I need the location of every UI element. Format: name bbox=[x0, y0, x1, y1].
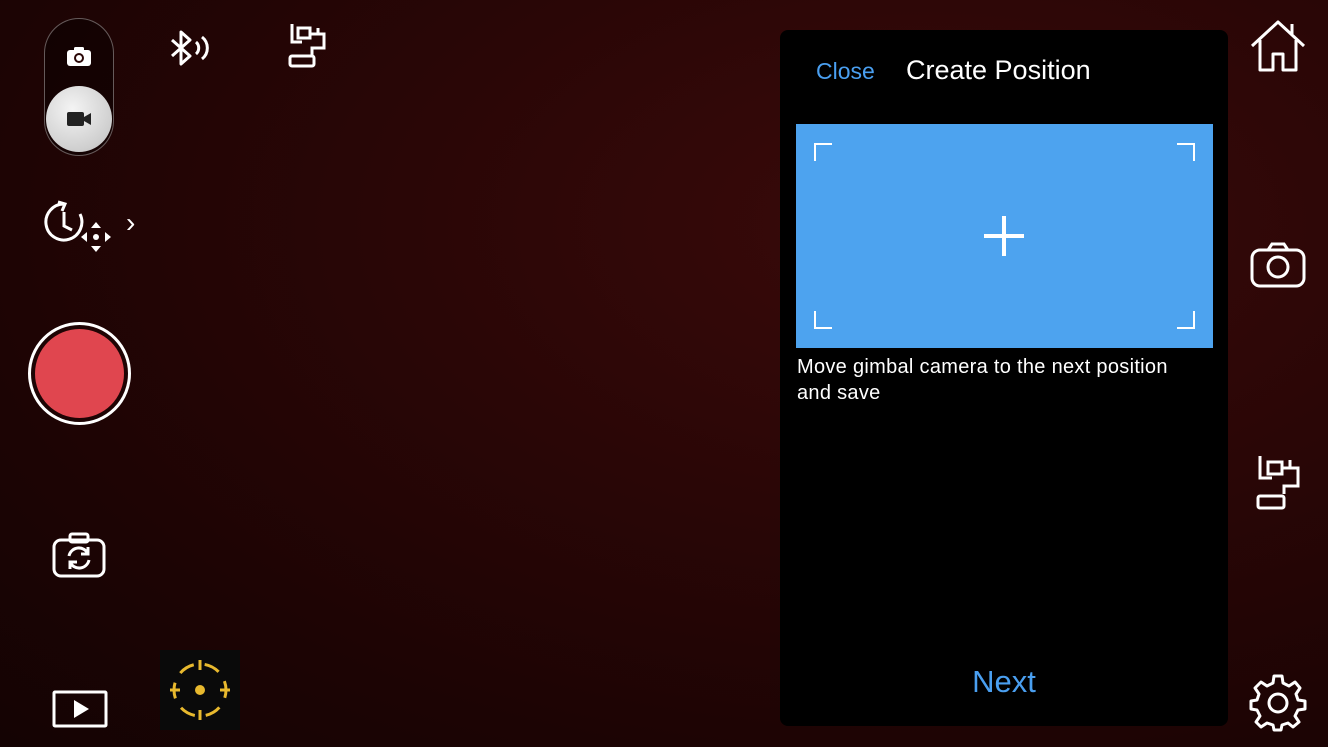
close-button[interactable]: Close bbox=[816, 56, 875, 86]
camera-small-icon bbox=[67, 47, 91, 66]
bluetooth-status[interactable] bbox=[166, 28, 214, 68]
frame-corner-bottom-right bbox=[1177, 311, 1195, 329]
video-mode-button[interactable] bbox=[46, 86, 112, 152]
gimbal-icon bbox=[288, 24, 326, 68]
frame-corner-bottom-left bbox=[814, 311, 832, 329]
panel-title: Create Position bbox=[906, 55, 1091, 85]
frame-corner-top-right bbox=[1177, 143, 1195, 161]
record-button[interactable] bbox=[28, 322, 131, 425]
playback-icon bbox=[52, 690, 108, 728]
frame-corner-top-left bbox=[814, 143, 832, 161]
timelapse-motion-icon bbox=[44, 200, 111, 252]
gimbal-status[interactable] bbox=[284, 20, 332, 70]
photo-mode-button[interactable] bbox=[63, 42, 95, 70]
switch-camera-icon bbox=[52, 532, 106, 578]
camera-button[interactable] bbox=[1248, 240, 1308, 290]
settings-button[interactable] bbox=[1248, 672, 1308, 732]
video-camera-icon bbox=[67, 112, 91, 126]
instruction-text: Move gimbal camera to the next position … bbox=[797, 356, 1168, 404]
bluetooth-connected-icon bbox=[171, 30, 209, 66]
camera-icon bbox=[1250, 242, 1306, 288]
home-icon bbox=[1250, 20, 1306, 72]
focus-target-icon bbox=[170, 660, 230, 720]
next-button[interactable]: Next bbox=[780, 662, 1228, 702]
timelapse-expand-chevron[interactable]: › bbox=[126, 206, 135, 240]
switch-camera-button[interactable] bbox=[50, 530, 108, 580]
gear-icon bbox=[1249, 674, 1307, 732]
gimbal-icon bbox=[1256, 456, 1300, 510]
home-button[interactable] bbox=[1248, 18, 1308, 74]
plus-icon-bar bbox=[984, 234, 1024, 238]
record-indicator bbox=[35, 329, 124, 418]
add-position-button[interactable] bbox=[796, 124, 1213, 348]
timelapse-mode-button[interactable] bbox=[44, 196, 116, 254]
gimbal-settings-button[interactable] bbox=[1252, 452, 1306, 512]
focus-tracking-button[interactable] bbox=[160, 650, 240, 730]
playback-button[interactable] bbox=[52, 688, 108, 730]
